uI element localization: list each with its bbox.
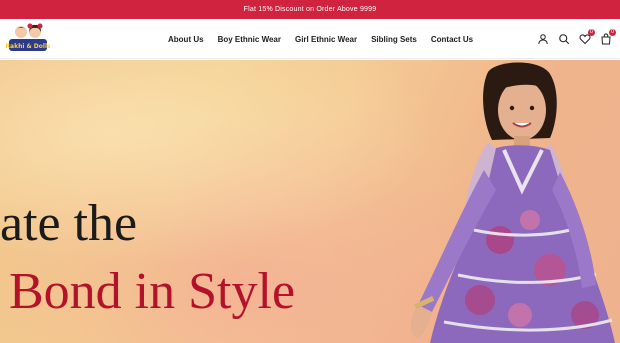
- nav-contact-us[interactable]: Contact Us: [431, 35, 473, 44]
- announcement-text: Flat 15% Discount on Order Above 9999: [243, 6, 377, 13]
- announcement-bar: Flat 15% Discount on Order Above 9999: [0, 0, 620, 19]
- site-header: Rakhi & Dolls About Us Boy Ethnic Wear G…: [0, 19, 620, 59]
- header-actions: 0 0: [537, 19, 616, 59]
- main-nav: About Us Boy Ethnic Wear Girl Ethnic Wea…: [168, 19, 473, 59]
- hero-banner[interactable]: ate the Bond in Style: [0, 60, 620, 343]
- wishlist-count-badge: 0: [588, 29, 595, 36]
- wishlist-button[interactable]: 0: [579, 29, 595, 45]
- brand-logo-graphic: Rakhi & Dolls: [5, 23, 51, 51]
- hero-headline-line-1: ate the: [0, 195, 138, 252]
- search-button[interactable]: [558, 33, 570, 45]
- hero-headline-line-2: Bond in Style: [9, 263, 296, 320]
- cart-button[interactable]: 0: [600, 29, 616, 45]
- nav-about-us[interactable]: About Us: [168, 35, 204, 44]
- user-icon: [538, 34, 548, 45]
- cart-count-badge: 0: [609, 29, 616, 36]
- account-button[interactable]: [537, 33, 549, 45]
- brand-logo[interactable]: Rakhi & Dolls: [5, 22, 51, 56]
- hero-child-model-image: [410, 62, 615, 343]
- nav-boy-ethnic-wear[interactable]: Boy Ethnic Wear: [218, 35, 281, 44]
- nav-sibling-sets[interactable]: Sibling Sets: [371, 35, 417, 44]
- svg-text:Rakhi & Dolls: Rakhi & Dolls: [6, 43, 50, 50]
- nav-girl-ethnic-wear[interactable]: Girl Ethnic Wear: [295, 35, 357, 44]
- search-icon: [559, 34, 570, 45]
